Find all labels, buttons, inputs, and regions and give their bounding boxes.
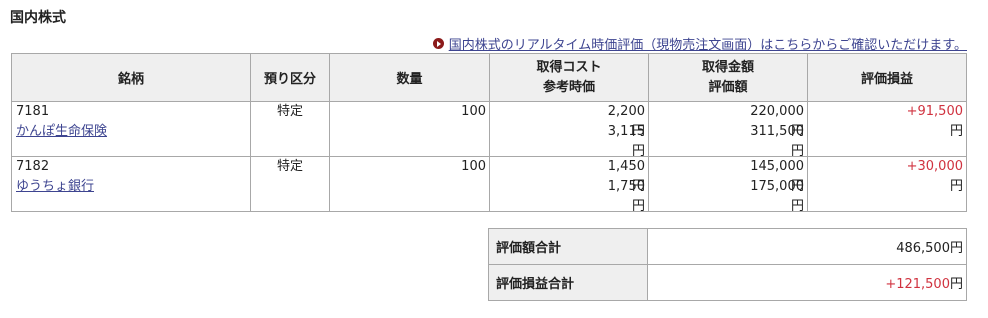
header-amount: 取得金額 評価額 xyxy=(648,53,808,102)
header-name: 銘柄 xyxy=(11,53,251,102)
quantity-cell: 100 xyxy=(329,101,490,157)
table-row: 7182 ゆうちょ銀行 特定 100 1,450 円 1,750 円 145,000… xyxy=(11,156,967,214)
yen-unit: 円 xyxy=(949,241,963,256)
evaluation-amount: 175,000 xyxy=(750,179,804,194)
summary-table: 評価額合計 486,500円 評価損益合計 +121,500円 xyxy=(488,228,967,301)
quantity-cell: 100 xyxy=(329,156,490,212)
acquisition-amount: 220,000 xyxy=(750,104,804,119)
stock-cell: 7181 かんぽ生命保険 xyxy=(11,101,251,157)
holdings-table: 銘柄 預り区分 数量 取得コスト 参考時価 取得金額 評価額 評価損益 7181… xyxy=(11,53,967,214)
yen-unit: 円 xyxy=(631,199,645,214)
eval-total-cell: 486,500円 xyxy=(647,228,967,265)
realtime-valuation-link-text[interactable]: 国内株式のリアルタイム時価評価（現物売注文画面）はこちらからご確認いただけます。 xyxy=(449,34,967,53)
header-quantity: 数量 xyxy=(329,53,490,102)
eval-total-label: 評価額合計 xyxy=(488,228,648,265)
profit-loss: +91,500 xyxy=(906,104,963,119)
yen-unit: 円 xyxy=(949,277,963,292)
yen-unit: 円 xyxy=(790,199,804,214)
stock-code: 7181 xyxy=(16,104,50,119)
acquisition-amount: 145,000 xyxy=(750,159,804,174)
header-cost-line1: 取得コスト xyxy=(536,59,602,75)
header-amount-line1: 取得金額 xyxy=(701,59,754,75)
amount-cell: 220,000 円 311,500 円 xyxy=(648,101,808,159)
pl-total-value: +121,500 xyxy=(885,277,950,292)
header-pl: 評価損益 xyxy=(807,53,967,102)
evaluation-amount: 311,500 xyxy=(750,124,804,139)
header-cost-line2: 参考時価 xyxy=(542,79,595,95)
yen-unit: 円 xyxy=(949,179,963,194)
pl-total-label: 評価損益合計 xyxy=(488,264,648,301)
stock-name-link[interactable]: ゆうちょ銀行 xyxy=(16,177,250,197)
reference-price: 1,750 xyxy=(607,179,645,194)
stock-cell: 7182 ゆうちょ銀行 xyxy=(11,156,251,212)
quantity-value: 100 xyxy=(461,159,486,174)
pl-cell: +30,000 円 xyxy=(807,156,967,212)
custody-type: 特定 xyxy=(276,159,303,174)
header-custody: 預り区分 xyxy=(250,53,330,102)
custody-cell: 特定 xyxy=(250,156,330,212)
reference-price: 3,115 xyxy=(607,124,645,139)
header-cost: 取得コスト 参考時価 xyxy=(489,53,649,102)
profit-loss: +30,000 xyxy=(906,159,963,174)
section-title: 国内株式 xyxy=(10,10,66,26)
quantity-value: 100 xyxy=(461,104,486,119)
stock-name-link[interactable]: かんぽ生命保険 xyxy=(16,122,250,142)
eval-total-value: 486,500 xyxy=(896,241,950,256)
custody-cell: 特定 xyxy=(250,101,330,157)
acquisition-cost: 2,200 xyxy=(607,104,645,119)
realtime-valuation-link[interactable]: 国内株式のリアルタイム時価評価（現物売注文画面）はこちらからご確認いただけます。 xyxy=(432,34,967,53)
yen-unit: 円 xyxy=(949,124,963,139)
cost-cell: 1,450 円 1,750 円 xyxy=(489,156,649,214)
amount-cell: 145,000 円 175,000 円 xyxy=(648,156,808,214)
acquisition-cost: 1,450 xyxy=(607,159,645,174)
table-row: 7181 かんぽ生命保険 特定 100 2,200 円 3,115 円 220,00… xyxy=(11,101,967,159)
summary-row-eval: 評価額合計 486,500円 xyxy=(488,228,967,265)
summary-row-pl: 評価損益合計 +121,500円 xyxy=(488,264,967,301)
cost-cell: 2,200 円 3,115 円 xyxy=(489,101,649,159)
arrow-circle-icon xyxy=(432,38,444,49)
pl-cell: +91,500 円 xyxy=(807,101,967,157)
header-amount-line2: 評価額 xyxy=(708,79,748,95)
pl-total-cell: +121,500円 xyxy=(647,264,967,301)
custody-type: 特定 xyxy=(276,104,303,119)
stock-code: 7182 xyxy=(16,159,50,174)
table-header-row: 銘柄 預り区分 数量 取得コスト 参考時価 取得金額 評価額 評価損益 xyxy=(11,53,967,102)
